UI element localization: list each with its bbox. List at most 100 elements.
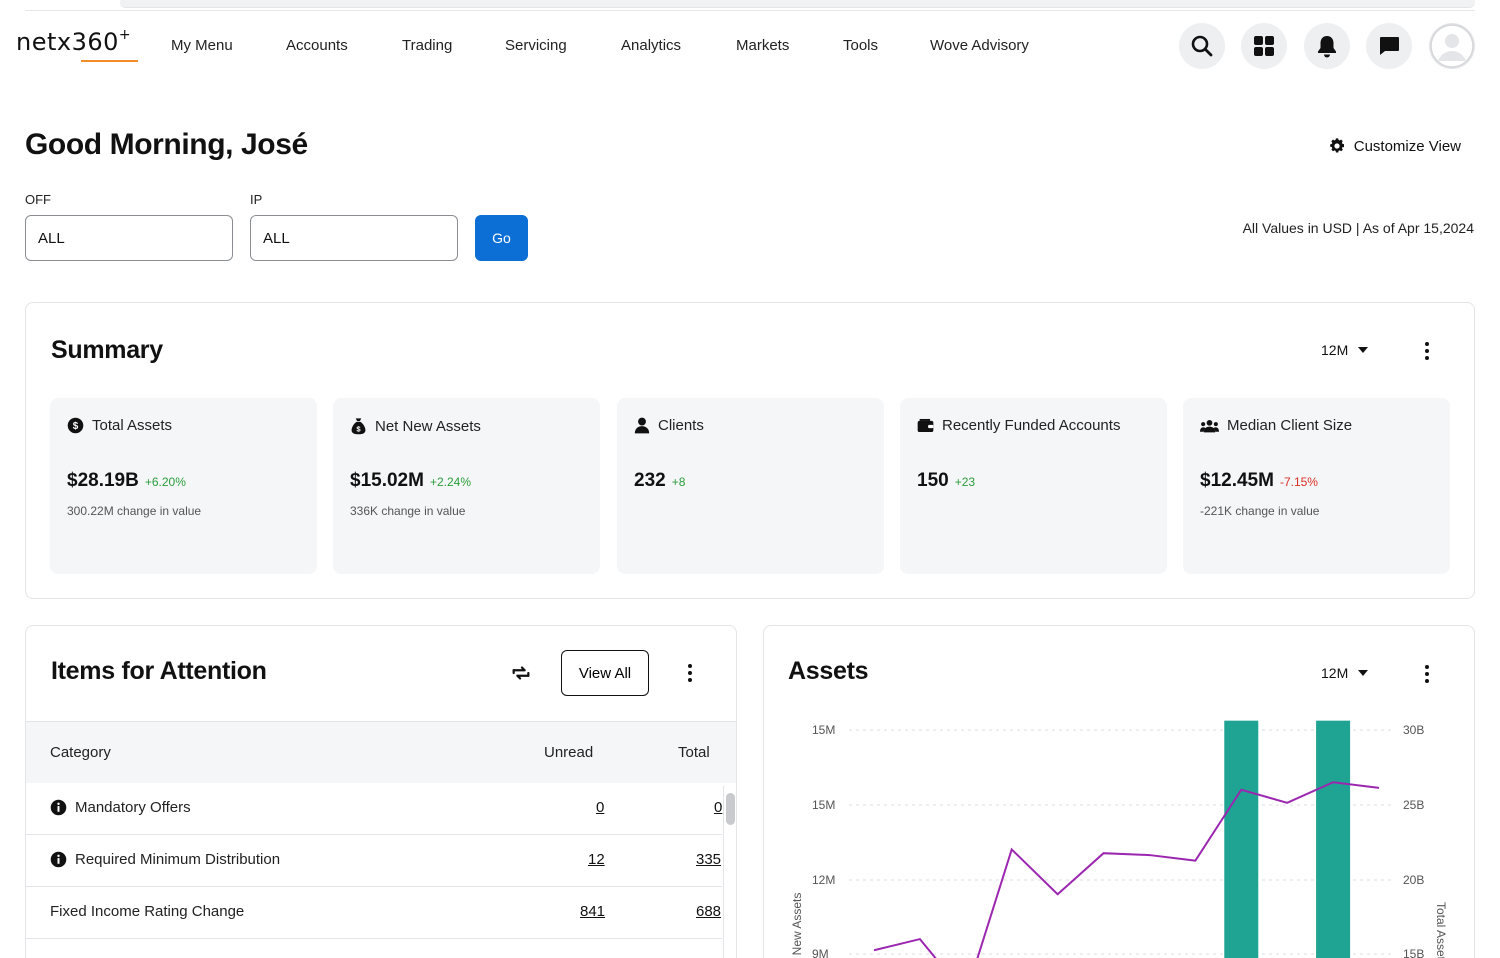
- metric-card-recently-funded-accounts[interactable]: Recently Funded Accounts 150 +23: [900, 398, 1167, 574]
- metric-delta: +23: [954, 475, 976, 489]
- attention-more-button[interactable]: [680, 661, 700, 685]
- off-input[interactable]: [25, 215, 233, 261]
- refresh-icon[interactable]: [510, 662, 532, 684]
- y2-axis-label: Total Assets: [1434, 902, 1448, 958]
- chat-icon: [1380, 37, 1399, 55]
- metric-header: Recently Funded Accounts: [917, 417, 1120, 434]
- notifications-button[interactable]: [1304, 23, 1350, 69]
- apps-button[interactable]: [1241, 23, 1287, 69]
- metric-value: 232: [634, 470, 666, 491]
- users-icon: [1200, 419, 1219, 433]
- assets-card: Assets 12M 15M 30B 15M 25B 12M 20B 9M 15B New As…: [763, 625, 1475, 958]
- caret-down-icon: [1358, 670, 1369, 676]
- nav-item-servicing[interactable]: Servicing: [505, 37, 567, 54]
- attention-title: Items for Attention: [51, 657, 267, 685]
- nav-item-tools[interactable]: Tools: [843, 37, 878, 54]
- grid-icon: [1254, 36, 1274, 56]
- metric-delta: +2.24%: [429, 475, 471, 489]
- logo-plus: +: [118, 27, 132, 43]
- row-category: Required Minimum Distribution: [50, 851, 280, 868]
- col-category[interactable]: Category: [50, 744, 111, 761]
- metric-header: $ Total Assets: [67, 417, 172, 434]
- assets-more-button[interactable]: [1417, 662, 1437, 686]
- row-total-link[interactable]: 0: [714, 799, 722, 816]
- metric-value: $28.19B: [67, 470, 139, 491]
- table-row[interactable]: Mandatory Offers 0 0: [26, 783, 722, 835]
- logo-text: netx360: [16, 28, 119, 56]
- metric-subtext: 300.22M change in value: [67, 504, 202, 518]
- info-icon: [50, 851, 67, 868]
- y-tick-label: 15M: [812, 723, 835, 737]
- logo-underline: [81, 60, 138, 62]
- metric-value-row: $12.45M -7.15%: [1200, 470, 1318, 492]
- metric-label: Clients: [658, 417, 704, 434]
- search-button[interactable]: [1179, 23, 1225, 69]
- y-axis-label: New Assets: [790, 893, 804, 956]
- row-category-label: Fixed Income Rating Change: [50, 903, 245, 920]
- assets-period-dropdown[interactable]: 12M: [1321, 665, 1369, 681]
- y2-tick-label: 15B: [1403, 947, 1424, 958]
- metric-value-row: $28.19B +6.20%: [67, 470, 186, 492]
- person-icon: [634, 417, 650, 434]
- row-unread-link[interactable]: 12: [588, 851, 605, 868]
- metric-header: Median Client Size: [1200, 417, 1352, 434]
- col-unread[interactable]: Unread: [544, 744, 593, 761]
- col-total[interactable]: Total: [678, 744, 710, 761]
- nav-item-accounts[interactable]: Accounts: [286, 37, 348, 54]
- page-title: Good Morning, José: [25, 128, 308, 161]
- scroll-track: [723, 786, 724, 958]
- metric-label: Total Assets: [92, 417, 173, 434]
- off-label: OFF: [25, 192, 51, 207]
- y2-tick-label: 20B: [1403, 873, 1424, 887]
- customize-view-button[interactable]: Customize View: [1328, 137, 1461, 155]
- avatar[interactable]: [1429, 23, 1475, 69]
- metric-subtext: 336K change in value: [350, 504, 466, 518]
- metric-label: Median Client Size: [1227, 417, 1353, 434]
- row-total-link[interactable]: 335: [696, 851, 721, 868]
- table-row[interactable]: Fixed Income Rating Change 841 688: [26, 887, 722, 939]
- ip-label: IP: [250, 192, 263, 207]
- info-icon: [50, 799, 67, 816]
- nav-item-markets[interactable]: Markets: [736, 37, 789, 54]
- ip-input[interactable]: [250, 215, 458, 261]
- row-category: Mandatory Offers: [50, 799, 191, 816]
- summary-title: Summary: [51, 336, 163, 364]
- metric-subtext: -221K change in value: [1200, 504, 1320, 518]
- nav-item-wove-advisory[interactable]: Wove Advisory: [930, 37, 1029, 54]
- metric-card-median-client-size[interactable]: Median Client Size $12.45M -7.15% -221K cha…: [1183, 398, 1450, 574]
- customize-view-label: Customize View: [1353, 137, 1461, 155]
- logo[interactable]: netx360+: [16, 27, 132, 56]
- row-total-link[interactable]: 688: [696, 903, 721, 920]
- money-bag-icon: $: [350, 417, 367, 435]
- table-row[interactable]: Required Minimum Distribution 12 335: [26, 835, 722, 887]
- y2-tick-label: 30B: [1403, 723, 1424, 737]
- series-line[interactable]: [873, 781, 1380, 958]
- top-divider: [25, 10, 1475, 11]
- view-all-button[interactable]: View All: [561, 650, 649, 696]
- go-button[interactable]: Go: [475, 215, 528, 261]
- metric-card-clients[interactable]: Clients 232 +8: [617, 398, 884, 574]
- metric-label: Net New Assets: [375, 417, 481, 435]
- messages-button[interactable]: [1366, 23, 1412, 69]
- row-category: Fixed Income Rating Change: [50, 903, 244, 920]
- nav-item-trading[interactable]: Trading: [402, 37, 452, 54]
- nav-item-my-menu[interactable]: My Menu: [171, 37, 233, 54]
- scrollbar[interactable]: [726, 793, 735, 825]
- row-unread-link[interactable]: 0: [596, 799, 604, 816]
- metric-header: Clients: [634, 417, 704, 434]
- metric-value: $12.45M: [1200, 470, 1274, 491]
- bar[interactable]: [1316, 720, 1351, 958]
- summary-more-button[interactable]: [1417, 339, 1437, 363]
- assets-period-label: 12M: [1321, 665, 1349, 681]
- wallet-icon: [917, 418, 934, 433]
- metric-label: Recently Funded Accounts: [942, 417, 1121, 434]
- summary-period-dropdown[interactable]: 12M: [1321, 342, 1369, 358]
- metric-card-net-new-assets[interactable]: $ Net New Assets $15.02M +2.24% 336K change …: [333, 398, 600, 574]
- row-unread-link[interactable]: 841: [580, 903, 605, 920]
- metric-card-total-assets[interactable]: $ Total Assets $28.19B +6.20% 300.22M change…: [50, 398, 317, 574]
- nav-item-analytics[interactable]: Analytics: [621, 37, 681, 54]
- row-category-label: Required Minimum Distribution: [75, 851, 281, 868]
- y2-tick-label: 25B: [1403, 798, 1424, 812]
- bar[interactable]: [1224, 720, 1259, 958]
- attention-card: Items for Attention View All Category Un…: [25, 625, 737, 958]
